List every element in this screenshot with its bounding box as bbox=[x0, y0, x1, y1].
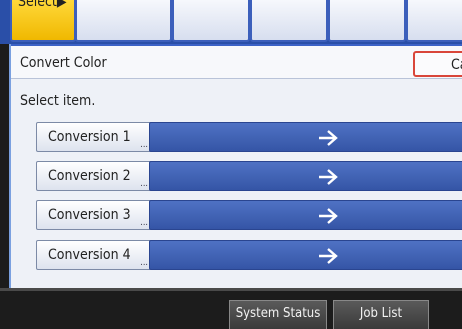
cancel-button[interactable]: Car bbox=[413, 51, 462, 77]
tab-select[interactable]: Select▶ bbox=[10, 0, 76, 42]
conversion-1-label: Conversion 1 bbox=[48, 129, 131, 145]
right-arrow-icon bbox=[319, 169, 338, 185]
ellipsis-icon: ... bbox=[140, 140, 148, 150]
tab-select-label: Select▶ bbox=[18, 0, 67, 10]
conversion-3-button[interactable]: Conversion 3 ... bbox=[36, 200, 152, 230]
bottom-bar: System Status Job List bbox=[0, 288, 462, 329]
right-arrow-icon bbox=[319, 248, 338, 264]
conversion-3-label: Conversion 3 bbox=[48, 207, 131, 223]
ellipsis-icon: ... bbox=[140, 218, 148, 228]
right-arrow-icon bbox=[319, 130, 338, 146]
panel-header: Convert Color Car bbox=[11, 44, 462, 79]
tab-6[interactable] bbox=[406, 0, 462, 42]
bottom-divider bbox=[0, 288, 462, 291]
convert-color-panel: Convert Color Car Select item. Conversio… bbox=[9, 44, 462, 288]
system-status-label: System Status bbox=[235, 306, 321, 321]
right-arrow-icon bbox=[319, 208, 338, 224]
job-list-label: Job List bbox=[359, 306, 403, 321]
tab-4[interactable] bbox=[250, 0, 328, 42]
tab-5[interactable] bbox=[328, 0, 406, 42]
instruction-text: Select item. bbox=[20, 93, 96, 109]
conversion-4-setting-bar[interactable] bbox=[149, 240, 462, 270]
conversion-2-button[interactable]: Conversion 2 ... bbox=[36, 161, 152, 191]
system-status-button[interactable]: System Status bbox=[229, 300, 327, 329]
conversion-3-setting-bar[interactable] bbox=[149, 200, 462, 230]
ellipsis-icon: ... bbox=[140, 258, 148, 268]
tab-2[interactable] bbox=[75, 0, 172, 42]
conversion-2-label: Conversion 2 bbox=[48, 168, 131, 184]
page-title: Convert Color bbox=[20, 55, 107, 71]
conversion-1-setting-bar[interactable] bbox=[149, 122, 462, 152]
conversion-2-setting-bar[interactable] bbox=[149, 161, 462, 191]
conversion-4-button[interactable]: Conversion 4 ... bbox=[36, 240, 152, 270]
tab-3[interactable] bbox=[172, 0, 250, 42]
conversion-4-label: Conversion 4 bbox=[48, 247, 131, 263]
conversion-1-button[interactable]: Conversion 1 ... bbox=[36, 122, 152, 152]
job-list-button[interactable]: Job List bbox=[333, 300, 429, 329]
ellipsis-icon: ... bbox=[140, 179, 148, 189]
top-tab-strip: Select▶ bbox=[0, 0, 462, 44]
cancel-button-label: Car bbox=[451, 57, 462, 73]
